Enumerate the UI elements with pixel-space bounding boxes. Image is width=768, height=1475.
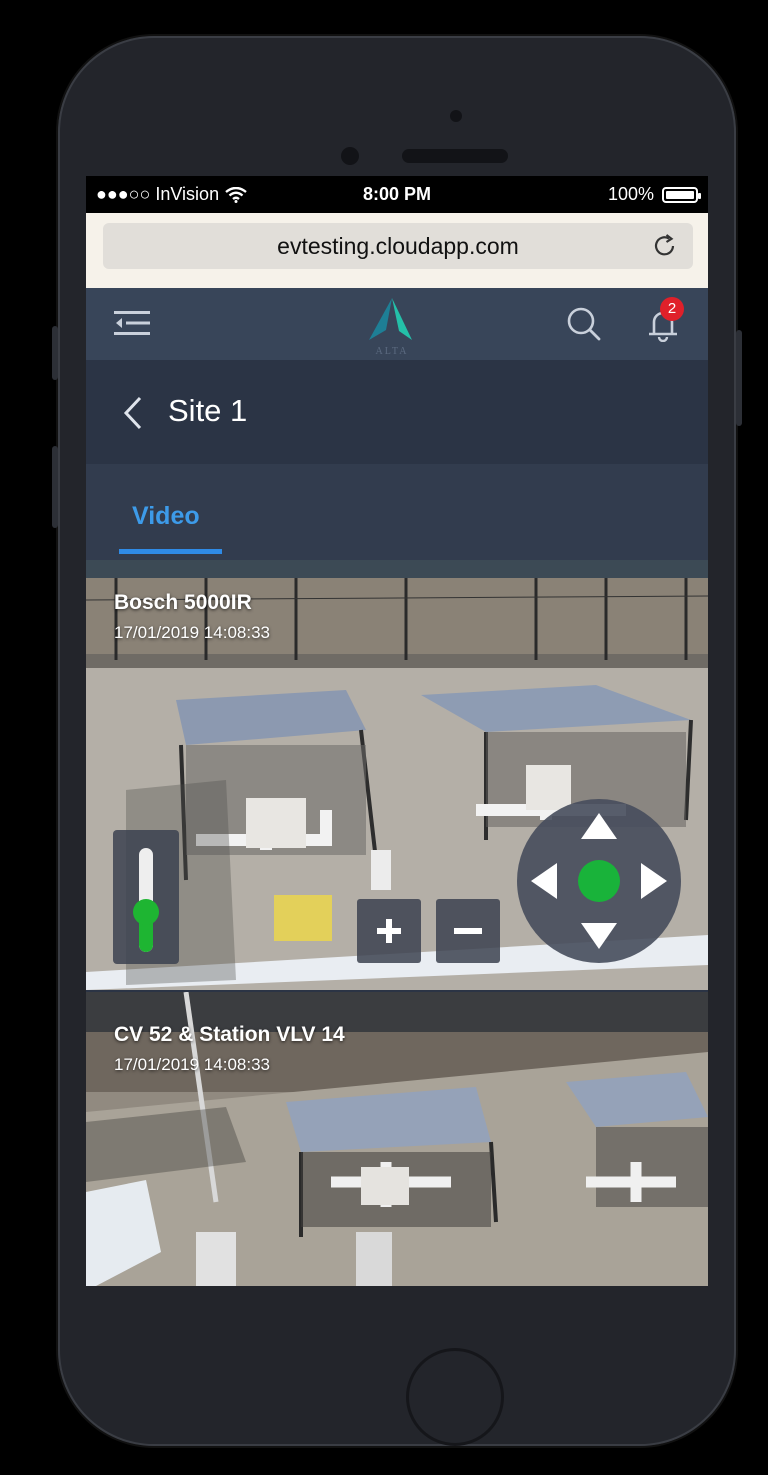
- tab-bar: Video: [86, 464, 708, 560]
- arrow-up-icon[interactable]: [579, 811, 619, 841]
- plus-icon: [377, 919, 401, 943]
- camera-name: Bosch 5000IR: [114, 591, 252, 614]
- app-bar: ALTA 2: [86, 288, 708, 360]
- zoom-slider-handle[interactable]: [133, 898, 159, 925]
- power-button: [736, 330, 742, 426]
- camera-feed-1[interactable]: Bosch 5000IR 17/01/2019 14:08:33: [86, 560, 708, 990]
- svg-text:ALTA: ALTA: [376, 346, 409, 357]
- menu-collapse-icon[interactable]: [114, 308, 150, 338]
- front-camera: [341, 147, 359, 165]
- camera-name: CV 52 & Station VLV 14: [114, 1023, 345, 1046]
- search-icon[interactable]: [566, 306, 602, 342]
- camera-feed-2[interactable]: CV 52 & Station VLV 14 17/01/2019 14:08:…: [86, 992, 708, 1286]
- page-header: Site 1: [86, 360, 708, 464]
- battery-icon: [662, 186, 701, 203]
- ptz-control-pad[interactable]: [517, 799, 681, 963]
- battery-percent: 100%: [607, 184, 654, 204]
- phone-screen: ●●●○○ InVision 8:00 PM 100% evtesting.cl…: [86, 176, 708, 1286]
- address-bar[interactable]: evtesting.cloudapp.com: [103, 223, 693, 269]
- browser-bar: evtesting.cloudapp.com: [86, 213, 708, 288]
- proximity-sensor: [450, 110, 462, 122]
- volume-up-button: [52, 446, 58, 528]
- url-text: evtesting.cloudapp.com: [277, 233, 519, 259]
- earpiece-speaker: [402, 149, 508, 163]
- page-title: Site 1: [168, 393, 248, 428]
- tab-video[interactable]: Video: [132, 502, 200, 531]
- reload-icon[interactable]: [651, 232, 679, 260]
- arrow-down-icon[interactable]: [579, 921, 619, 951]
- chevron-left-icon[interactable]: [122, 396, 144, 430]
- camera-timestamp: 17/01/2019 14:08:33: [114, 623, 270, 642]
- zoom-slider[interactable]: [113, 830, 179, 964]
- home-button[interactable]: [406, 1348, 504, 1446]
- mute-switch: [52, 326, 58, 380]
- camera-timestamp: 17/01/2019 14:08:33: [114, 1055, 270, 1074]
- arrow-left-icon[interactable]: [529, 861, 559, 901]
- zoom-in-button[interactable]: [357, 899, 421, 963]
- active-tab-indicator: [119, 549, 222, 554]
- ptz-center-button[interactable]: [578, 860, 620, 902]
- arrow-right-icon[interactable]: [639, 861, 669, 901]
- status-bar: ●●●○○ InVision 8:00 PM 100%: [86, 176, 708, 213]
- notification-badge: 2: [660, 297, 684, 321]
- zoom-out-button[interactable]: [436, 899, 500, 963]
- alta-logo[interactable]: ALTA: [362, 296, 422, 358]
- minus-icon: [454, 928, 482, 934]
